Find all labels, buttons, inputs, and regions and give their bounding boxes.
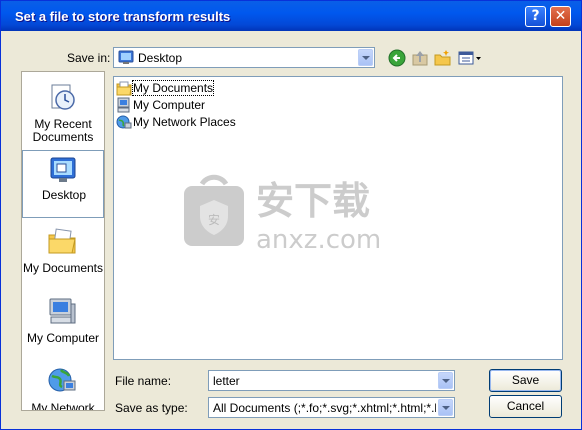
title-bar[interactable]: Set a file to store transform results ? …	[1, 1, 581, 31]
back-icon[interactable]	[388, 49, 406, 67]
new-folder-icon[interactable]	[434, 49, 452, 67]
network-icon	[116, 115, 132, 129]
window-title: Set a file to store transform results	[15, 9, 231, 24]
file-name-input[interactable]: letter	[208, 370, 455, 391]
cancel-button[interactable]: Cancel	[489, 395, 562, 418]
place-label: My Computer	[26, 331, 100, 345]
place-my-network[interactable]: My Network	[22, 364, 104, 411]
views-menu-icon[interactable]	[458, 49, 482, 67]
list-item-label: My Computer	[133, 98, 206, 112]
places-bar: My Recent Documents Desktop My Documents…	[21, 71, 105, 411]
svg-text:anxz.com: anxz.com	[256, 225, 381, 252]
place-my-recent-documents[interactable]: My Recent Documents	[22, 80, 104, 146]
file-name-value: letter	[213, 374, 240, 388]
list-item-label: My Network Places	[133, 115, 236, 129]
place-desktop[interactable]: Desktop	[22, 150, 104, 218]
watermark-logo: 安 安下载 anxz.com	[184, 174, 381, 252]
recent-documents-icon	[51, 84, 75, 110]
desktop-small-icon	[118, 50, 134, 64]
chevron-down-icon[interactable]	[438, 372, 453, 389]
computer-icon	[117, 97, 130, 113]
help-button[interactable]: ?	[525, 6, 546, 27]
save-in-dropdown[interactable]: Desktop	[113, 47, 375, 68]
place-label: My Recent Documents	[32, 117, 94, 144]
my-network-icon	[48, 368, 76, 392]
save-as-type-dropdown[interactable]: All Documents (;*.fo;*.svg;*.xhtml;*.htm…	[208, 397, 455, 418]
svg-text:安下载: 安下载	[256, 179, 370, 223]
chevron-down-icon[interactable]	[438, 399, 453, 416]
save-button[interactable]: Save	[489, 369, 562, 392]
close-button[interactable]: ✕	[550, 6, 571, 27]
up-folder-icon[interactable]	[411, 49, 429, 67]
place-label: My Documents	[22, 261, 104, 275]
my-computer-icon	[49, 298, 76, 324]
my-documents-icon	[48, 228, 76, 254]
place-my-documents[interactable]: My Documents	[22, 224, 104, 290]
chevron-down-icon[interactable]	[358, 49, 373, 66]
save-dialog: Set a file to store transform results ? …	[0, 0, 582, 430]
save-as-type-label: Save as type:	[115, 401, 188, 415]
save-in-label: Save in:	[67, 51, 111, 65]
save-as-type-value: All Documents (;*.fo;*.svg;*.xhtml;*.htm…	[213, 401, 436, 415]
list-item-label: My Documents	[131, 80, 215, 96]
file-name-label: File name:	[115, 374, 172, 388]
place-label: Desktop	[41, 188, 87, 202]
save-in-value: Desktop	[138, 51, 183, 65]
documents-folder-icon	[116, 81, 132, 96]
place-my-computer[interactable]: My Computer	[22, 294, 104, 360]
svg-text:安: 安	[208, 212, 220, 227]
desktop-icon	[50, 157, 76, 182]
place-label: My Network	[31, 401, 95, 411]
